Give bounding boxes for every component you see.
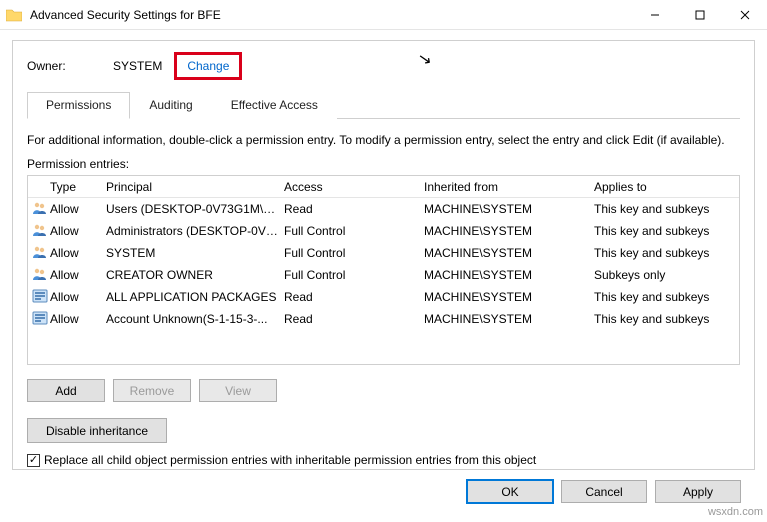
cell-applies: Subkeys only: [594, 268, 739, 282]
header-applies[interactable]: Applies to: [594, 180, 739, 194]
cell-applies: This key and subkeys: [594, 246, 739, 260]
remove-button[interactable]: Remove: [113, 379, 191, 402]
cell-applies: This key and subkeys: [594, 290, 739, 304]
table-row[interactable]: AllowCREATOR OWNERFull ControlMACHINE\SY…: [28, 264, 739, 286]
cell-principal: CREATOR OWNER: [106, 268, 284, 282]
owner-value: SYSTEM: [113, 59, 162, 73]
header-principal[interactable]: Principal: [106, 180, 284, 194]
header-inherited[interactable]: Inherited from: [424, 180, 594, 194]
cell-access: Full Control: [284, 246, 424, 260]
entry-buttons: Add Remove View: [27, 379, 740, 402]
cell-type: Allow: [50, 312, 106, 326]
cell-access: Read: [284, 312, 424, 326]
owner-row: Owner: SYSTEM Change: [27, 51, 740, 81]
maximize-button[interactable]: [677, 0, 722, 29]
replace-children-checkbox[interactable]: ✓: [27, 454, 40, 467]
cell-inherited: MACHINE\SYSTEM: [424, 268, 594, 282]
replace-children-checkbox-row: ✓ Replace all child object permission en…: [27, 453, 740, 467]
cell-applies: This key and subkeys: [594, 224, 739, 238]
ok-button[interactable]: OK: [467, 480, 553, 503]
cell-principal: Administrators (DESKTOP-0V7...: [106, 224, 284, 238]
principal-icon: [28, 223, 50, 240]
close-button[interactable]: [722, 0, 767, 29]
watermark: wsxdn.com: [708, 506, 763, 518]
table-row[interactable]: AllowAccount Unknown(S-1-15-3-...ReadMAC…: [28, 308, 739, 330]
principal-icon: [28, 245, 50, 262]
principal-icon: [28, 289, 50, 306]
tab-effective-access[interactable]: Effective Access: [212, 92, 337, 119]
cell-type: Allow: [50, 290, 106, 304]
cell-principal: SYSTEM: [106, 246, 284, 260]
replace-children-label: Replace all child object permission entr…: [44, 453, 536, 467]
change-owner-link[interactable]: Change: [174, 52, 242, 80]
owner-label: Owner:: [27, 59, 113, 73]
cancel-button[interactable]: Cancel: [561, 480, 647, 503]
cell-applies: This key and subkeys: [594, 202, 739, 216]
principal-icon: [28, 311, 50, 328]
minimize-button[interactable]: [632, 0, 677, 29]
tabstrip: Permissions Auditing Effective Access: [27, 91, 740, 119]
cell-inherited: MACHINE\SYSTEM: [424, 224, 594, 238]
cell-principal: Users (DESKTOP-0V73G1M\Us...: [106, 202, 284, 216]
cell-type: Allow: [50, 268, 106, 282]
cell-type: Allow: [50, 202, 106, 216]
tab-auditing[interactable]: Auditing: [130, 92, 211, 119]
add-button[interactable]: Add: [27, 379, 105, 402]
cell-inherited: MACHINE\SYSTEM: [424, 312, 594, 326]
titlebar: Advanced Security Settings for BFE: [0, 0, 767, 30]
tab-permissions[interactable]: Permissions: [27, 92, 130, 119]
apply-button[interactable]: Apply: [655, 480, 741, 503]
view-button[interactable]: View: [199, 379, 277, 402]
disable-inheritance-button[interactable]: Disable inheritance: [27, 418, 167, 443]
cell-type: Allow: [50, 246, 106, 260]
table-row[interactable]: AllowSYSTEMFull ControlMACHINE\SYSTEMThi…: [28, 242, 739, 264]
instruction-text: For additional information, double-click…: [27, 133, 740, 147]
window-controls: [632, 0, 767, 29]
table-row[interactable]: AllowUsers (DESKTOP-0V73G1M\Us...ReadMAC…: [28, 198, 739, 220]
main-panel: ↘ Owner: SYSTEM Change Permissions Audit…: [12, 40, 755, 470]
cell-principal: Account Unknown(S-1-15-3-...: [106, 312, 284, 326]
permission-grid[interactable]: Type Principal Access Inherited from App…: [27, 175, 740, 365]
cell-type: Allow: [50, 224, 106, 238]
cell-inherited: MACHINE\SYSTEM: [424, 246, 594, 260]
header-access[interactable]: Access: [284, 180, 424, 194]
window-title: Advanced Security Settings for BFE: [30, 8, 632, 22]
cell-access: Full Control: [284, 268, 424, 282]
cell-inherited: MACHINE\SYSTEM: [424, 290, 594, 304]
principal-icon: [28, 267, 50, 284]
table-row[interactable]: AllowALL APPLICATION PACKAGESReadMACHINE…: [28, 286, 739, 308]
principal-icon: [28, 201, 50, 218]
folder-icon: [6, 8, 22, 22]
cell-principal: ALL APPLICATION PACKAGES: [106, 290, 284, 304]
header-type[interactable]: Type: [50, 180, 106, 194]
table-row[interactable]: AllowAdministrators (DESKTOP-0V7...Full …: [28, 220, 739, 242]
cell-access: Read: [284, 290, 424, 304]
cell-access: Full Control: [284, 224, 424, 238]
grid-header: Type Principal Access Inherited from App…: [28, 176, 739, 198]
dialog-buttons: OK Cancel Apply: [12, 470, 755, 503]
cell-applies: This key and subkeys: [594, 312, 739, 326]
cell-inherited: MACHINE\SYSTEM: [424, 202, 594, 216]
cell-access: Read: [284, 202, 424, 216]
entries-label: Permission entries:: [27, 157, 740, 171]
